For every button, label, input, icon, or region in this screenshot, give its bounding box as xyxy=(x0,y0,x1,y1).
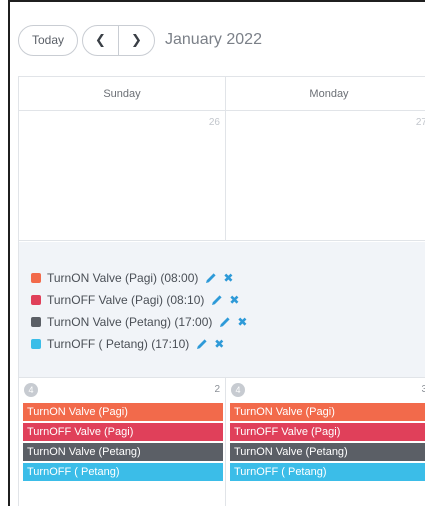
event-bar[interactable]: TurnOFF ( Petang) xyxy=(23,463,223,481)
delete-icon[interactable]: ✖ xyxy=(229,293,239,307)
legend-label: TurnOFF ( Petang) (17:10) xyxy=(47,337,190,351)
day-cell[interactable]: 27 xyxy=(226,111,425,240)
legend-item: TurnOFF Valve (Pagi) (08:10) ✖ xyxy=(31,289,247,311)
event-bar[interactable]: TurnON Valve (Petang) xyxy=(23,443,223,461)
nav-button-group: ❮ ❯ xyxy=(82,24,155,56)
today-button[interactable]: Today xyxy=(18,24,78,56)
color-swatch xyxy=(31,273,41,283)
color-swatch xyxy=(31,317,41,327)
week-row: 4 2 TurnON Valve (Pagi) TurnOFF Valve (Pa… xyxy=(19,377,425,506)
event-bar[interactable]: TurnOFF Valve (Pagi) xyxy=(23,423,223,441)
day-number: 26 xyxy=(208,117,220,128)
week-row: 26 27 xyxy=(19,111,425,241)
day-number: 3 xyxy=(421,384,425,395)
day-cell[interactable]: 4 2 TurnON Valve (Pagi) TurnOFF Valve (Pa… xyxy=(19,378,226,506)
delete-icon[interactable]: ✖ xyxy=(237,315,247,329)
event-bar[interactable]: TurnON Valve (Petang) xyxy=(230,443,425,461)
legend-item: TurnON Valve (Pagi) (08:00) ✖ xyxy=(31,267,247,289)
calendar-frame: Today ❮ ❯ January 2022 Sunday Monday 26 … xyxy=(8,0,425,506)
day-cell[interactable]: 4 3 TurnON Valve (Pagi) TurnOFF Valve (Pa… xyxy=(226,378,425,506)
day-number: 27 xyxy=(415,117,425,128)
legend-item: TurnOFF ( Petang) (17:10) ✖ xyxy=(31,333,247,355)
prev-button[interactable]: ❮ xyxy=(82,24,119,56)
pencil-icon[interactable] xyxy=(211,294,223,306)
chevron-right-icon: ❯ xyxy=(131,32,142,47)
next-button[interactable]: ❯ xyxy=(118,24,155,56)
event-bar[interactable]: TurnOFF ( Petang) xyxy=(230,463,425,481)
legend-label: TurnOFF Valve (Pagi) (08:10) xyxy=(47,293,205,307)
event-bar[interactable]: TurnON Valve (Pagi) xyxy=(23,403,223,421)
weekday-header: Sunday Monday xyxy=(19,77,425,111)
color-swatch xyxy=(31,295,41,305)
calendar-toolbar: Today ❮ ❯ January 2022 xyxy=(18,24,262,56)
pencil-icon[interactable] xyxy=(219,316,231,328)
legend-label: TurnON Valve (Pagi) (08:00) xyxy=(47,271,199,285)
delete-icon[interactable]: ✖ xyxy=(214,337,224,351)
weekday-monday: Monday xyxy=(226,77,425,110)
legend-label: TurnON Valve (Petang) (17:00) xyxy=(47,315,213,329)
legend-item: TurnON Valve (Petang) (17:00) ✖ xyxy=(31,311,247,333)
day-cell[interactable]: 26 xyxy=(19,111,226,240)
day-number: 2 xyxy=(214,384,220,395)
event-legend-list: TurnON Valve (Pagi) (08:00) ✖ TurnOFF Valv… xyxy=(31,267,247,355)
pencil-icon[interactable] xyxy=(196,338,208,350)
pencil-icon[interactable] xyxy=(205,272,217,284)
day-detail-panel: TurnON Valve (Pagi) (08:00) ✖ TurnOFF Valv… xyxy=(19,242,425,377)
event-bar[interactable]: TurnON Valve (Pagi) xyxy=(230,403,425,421)
month-title: January 2022 xyxy=(165,31,262,48)
chevron-left-icon: ❮ xyxy=(95,32,106,47)
calendar-grid: Sunday Monday 26 27 TurnON Valve (Pagi) … xyxy=(18,76,425,506)
event-count-badge[interactable]: 4 xyxy=(231,383,245,397)
delete-icon[interactable]: ✖ xyxy=(223,271,233,285)
weekday-sunday: Sunday xyxy=(19,77,226,110)
event-count-badge[interactable]: 4 xyxy=(24,383,38,397)
event-bar[interactable]: TurnOFF Valve (Pagi) xyxy=(230,423,425,441)
color-swatch xyxy=(31,339,41,349)
